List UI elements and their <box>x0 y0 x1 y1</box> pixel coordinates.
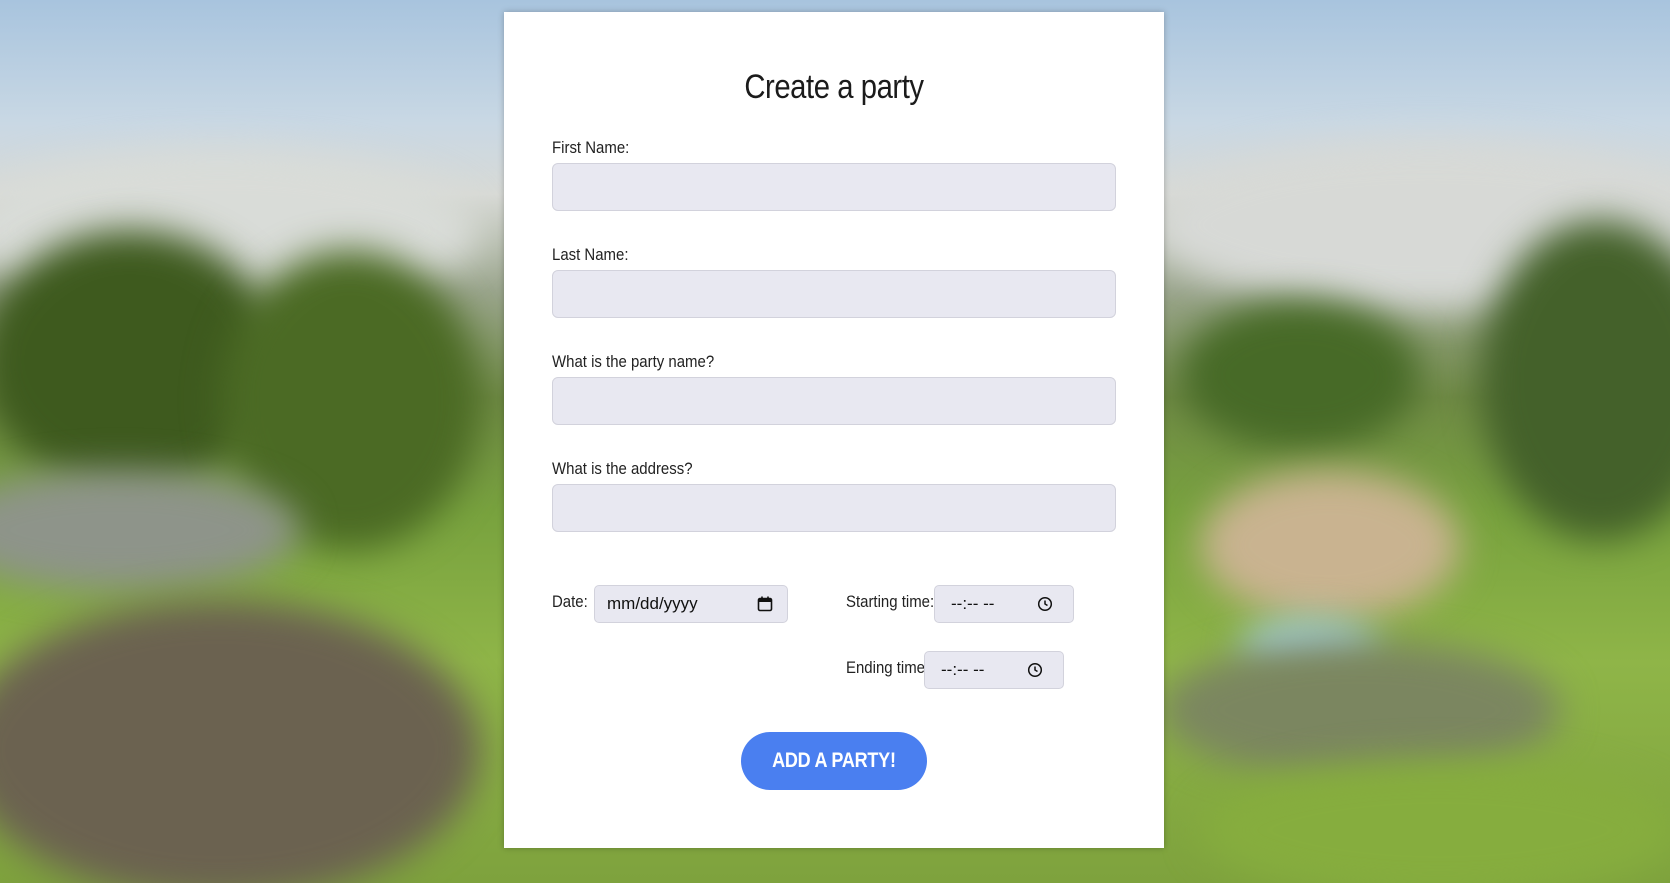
add-party-button[interactable]: ADD A PARTY! <box>741 732 927 790</box>
first-name-label: First Name: <box>552 138 630 157</box>
party-name-input[interactable] <box>552 377 1116 425</box>
last-name-input[interactable] <box>552 270 1116 318</box>
date-label: Date: <box>552 592 588 611</box>
start-time-input-value: --:-- -- <box>951 594 995 613</box>
page-title: Create a party <box>744 68 924 106</box>
date-input[interactable]: mm/dd/yyyy <box>594 585 788 623</box>
end-time-input-value: --:-- -- <box>941 660 985 679</box>
address-input[interactable] <box>552 484 1116 532</box>
add-party-button-label: ADD A PARTY! <box>772 749 896 772</box>
last-name-label: Last Name: <box>552 245 629 264</box>
create-party-form-card: Create a party First Name: Last Name: Wh… <box>504 12 1164 848</box>
end-time-label: Ending time: <box>846 658 930 677</box>
clock-icon[interactable] <box>1037 596 1053 612</box>
first-name-input[interactable] <box>552 163 1116 211</box>
address-label: What is the address? <box>552 459 693 478</box>
calendar-icon[interactable] <box>757 596 773 612</box>
start-time-label: Starting time: <box>846 592 935 611</box>
party-name-label: What is the party name? <box>552 352 715 371</box>
clock-icon[interactable] <box>1027 662 1043 678</box>
start-time-input[interactable]: --:-- -- <box>934 585 1074 623</box>
end-time-input[interactable]: --:-- -- <box>924 651 1064 689</box>
date-input-value: mm/dd/yyyy <box>607 594 698 613</box>
